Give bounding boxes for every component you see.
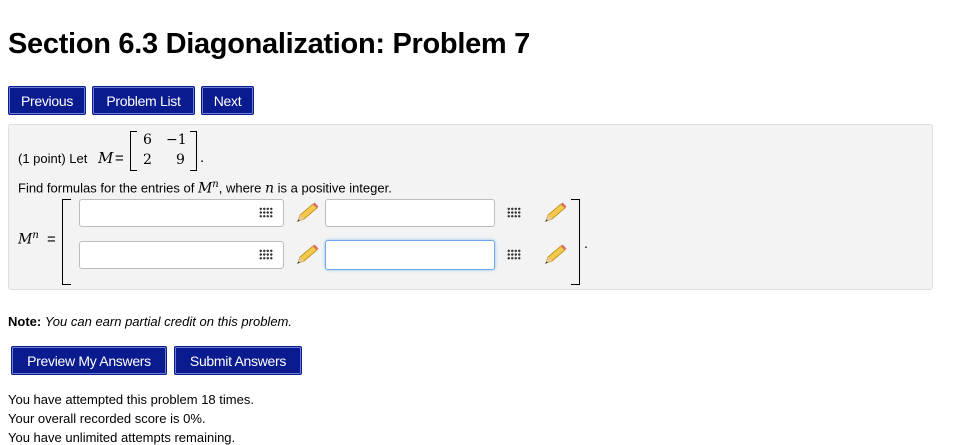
note-label: Note: [8,314,42,329]
previous-button[interactable]: Previous [8,86,86,115]
matrix-cell: 2 [143,152,152,168]
pencil-icon[interactable] [294,202,320,224]
answer-variable: Mn [18,230,39,248]
next-button[interactable]: Next [201,86,254,115]
instruction-n: n [265,180,275,197]
problem-list-button[interactable]: Problem List [92,86,195,115]
equation-editor-icon[interactable] [259,207,273,218]
matrix-cell: 6 [143,132,152,148]
equation-editor-icon[interactable] [507,207,521,218]
preview-answers-button[interactable]: Preview My Answers [11,346,167,375]
page-title: Section 6.3 Diagonalization: Problem 7 [8,28,530,60]
matrix-period: . [200,149,205,166]
answer-var-letter: M [18,231,33,248]
equals-sign: = [115,150,124,167]
answer-equals: = [47,231,56,248]
matrix-cell: −1 [166,132,187,148]
answer-left-bracket [62,199,71,285]
answer-field-row1-col1[interactable] [79,199,284,227]
matrix-cell: 9 [176,152,185,168]
note-text: Note: You can earn partial credit on thi… [8,314,292,329]
answer-field-row1-col2[interactable] [325,199,495,227]
instruction-prefix: Find formulas for the entries of [18,180,195,196]
equation-editor-icon[interactable] [259,249,273,260]
matrix-left-bracket [130,131,137,171]
answer-exponent: n [32,230,39,241]
pencil-icon[interactable] [542,244,568,266]
score-status: Your overall recorded score is 0%. [8,411,206,426]
instruction-text: Find formulas for the entries of Mn, whe… [18,179,392,196]
equation-editor-icon[interactable] [507,249,521,260]
instruction-middle: , where [218,180,262,196]
submit-answers-button[interactable]: Submit Answers [174,346,302,375]
instruction-variable: M [197,180,213,197]
problem-panel: (1 point) Let M = 6 −1 2 9 . Find formul… [8,124,933,290]
matrix-right-bracket [190,131,197,171]
answer-right-bracket [571,199,580,285]
answer-period: . [584,235,588,251]
attempts-status: You have attempted this problem 18 times… [8,392,254,407]
points-label: (1 point) Let [18,151,88,166]
pencil-icon[interactable] [294,244,320,266]
remaining-attempts-status: You have unlimited attempts remaining. [8,430,236,445]
answer-field-row2-col1[interactable] [79,241,284,269]
matrix-variable: M [98,149,114,167]
note-message: You can earn partial credit on this prob… [44,314,292,329]
answer-field-row2-col2[interactable] [325,240,495,270]
pencil-icon[interactable] [542,202,568,224]
instruction-suffix: is a positive integer. [277,180,392,196]
